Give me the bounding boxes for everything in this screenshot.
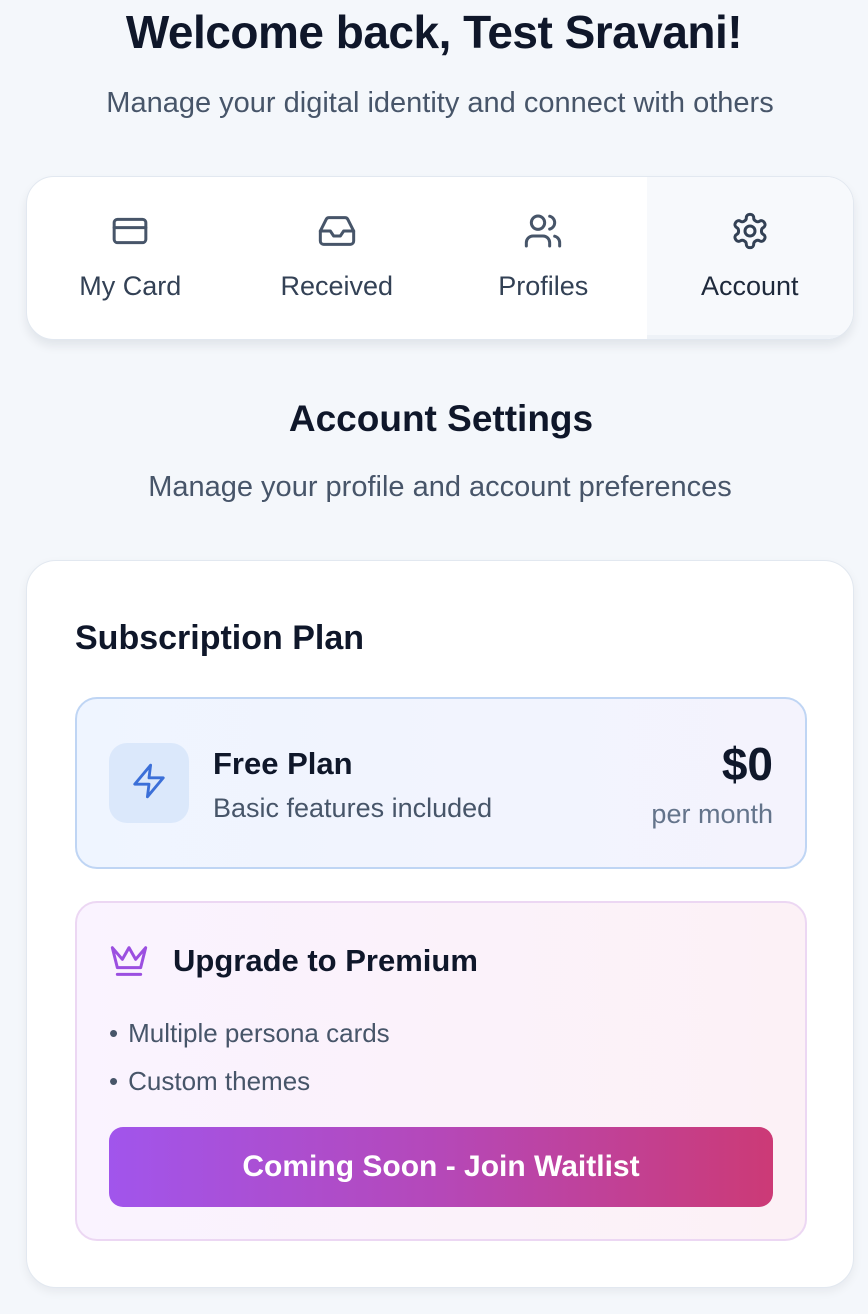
tab-account[interactable]: Account <box>646 177 853 339</box>
premium-upgrade-panel: Upgrade to Premium Multiple persona card… <box>75 901 807 1241</box>
current-plan-panel: Free Plan Basic features included $0 per… <box>75 697 807 869</box>
subscription-card: Subscription Plan Free Plan Basic featur… <box>26 560 854 1288</box>
users-icon <box>523 211 563 251</box>
list-item: Multiple persona cards <box>109 1009 390 1057</box>
gear-icon <box>730 211 770 251</box>
page-subtitle: Manage your digital identity and connect… <box>106 87 774 119</box>
section-subtitle: Manage your profile and account preferen… <box>148 471 732 503</box>
plan-price: $0 <box>721 738 773 790</box>
tab-received[interactable]: Received <box>234 177 441 339</box>
inbox-icon <box>317 211 357 251</box>
plan-name: Free Plan <box>213 746 353 781</box>
premium-title: Upgrade to Premium <box>173 943 478 978</box>
tab-label: My Card <box>79 271 182 301</box>
tab-bar: My Card Received Profiles Account <box>26 176 854 340</box>
tab-label: Received <box>280 271 394 301</box>
lightning-icon <box>130 762 168 805</box>
tab-label: Account <box>700 271 799 301</box>
tab-my-card[interactable]: My Card <box>27 177 234 339</box>
join-waitlist-button[interactable]: Coming Soon - Join Waitlist <box>109 1127 773 1207</box>
premium-feature-list: Multiple persona cards Custom themes <box>109 1009 390 1105</box>
crown-icon <box>109 941 149 981</box>
plan-icon-badge <box>109 743 189 823</box>
subscription-title: Subscription Plan <box>75 619 365 657</box>
tab-label: Profiles <box>498 271 589 301</box>
tab-profiles[interactable]: Profiles <box>440 177 647 339</box>
plan-description: Basic features included <box>213 793 493 823</box>
credit-card-icon <box>110 211 150 251</box>
page-title: Welcome back, Test Sravani! <box>125 6 743 58</box>
list-item: Custom themes <box>109 1057 390 1105</box>
plan-period: per month <box>651 799 773 829</box>
section-title: Account Settings <box>288 398 594 439</box>
